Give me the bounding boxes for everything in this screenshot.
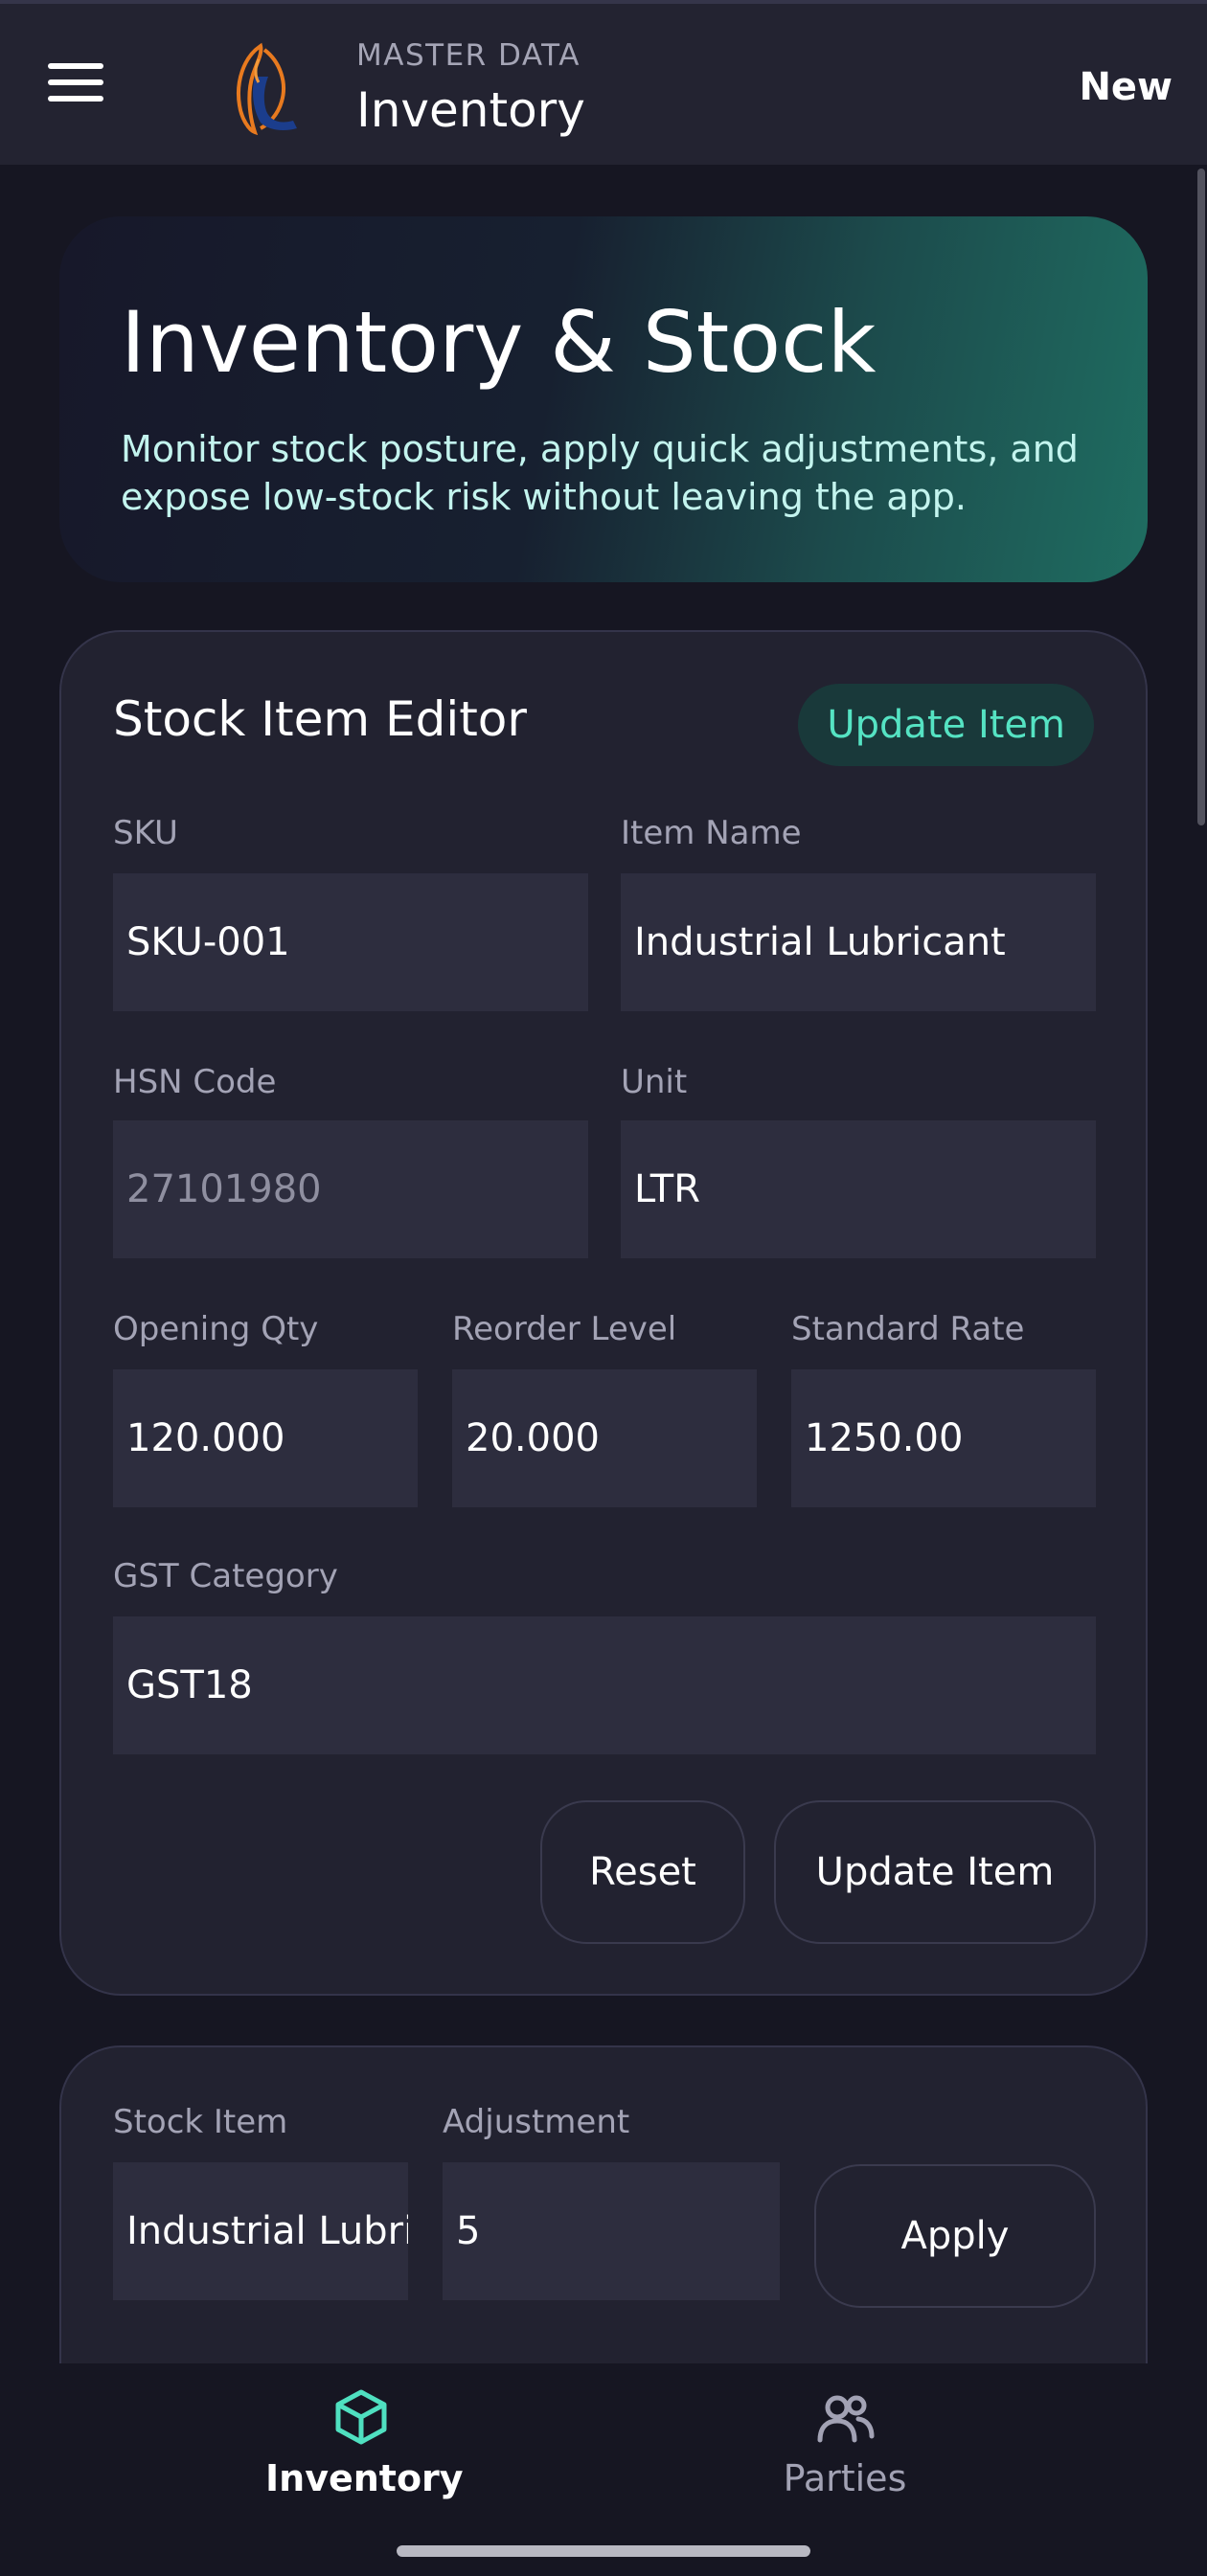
cube-icon xyxy=(335,2389,387,2445)
stock-item-field[interactable]: Industrial Lubricant xyxy=(113,2162,408,2300)
app-bar: MASTER DATA Inventory New xyxy=(0,0,1207,165)
page-title: Inventory xyxy=(356,82,585,138)
gst-category-field[interactable]: GST18 xyxy=(113,1616,1096,1754)
scrollbar[interactable] xyxy=(1197,169,1205,825)
unit-field[interactable]: LTR xyxy=(621,1120,1096,1258)
sku-field[interactable]: SKU-001 xyxy=(113,873,588,1011)
hero-title: Inventory & Stock xyxy=(121,293,877,392)
gst-category-label: GST Category xyxy=(113,1557,338,1595)
item-name-label: Item Name xyxy=(621,814,802,852)
hsn-code-field[interactable]: 27101980 xyxy=(113,1120,588,1258)
opening-qty-field[interactable]: 120.000 xyxy=(113,1369,418,1507)
nav-label-inventory: Inventory xyxy=(265,2457,464,2499)
home-indicator xyxy=(397,2545,810,2557)
nav-item-inventory[interactable]: Inventory xyxy=(265,2386,464,2499)
shell-logo-icon xyxy=(237,42,297,136)
app-bar-subtitle: MASTER DATA xyxy=(356,38,581,73)
nav-label-parties: Parties xyxy=(783,2457,907,2499)
menu-icon[interactable] xyxy=(48,63,115,109)
hero-banner: Inventory & Stock Monitor stock posture,… xyxy=(59,216,1148,582)
nav-item-parties[interactable]: Parties xyxy=(749,2386,941,2499)
reset-button[interactable]: Reset xyxy=(540,1800,745,1944)
opening-qty-label: Opening Qty xyxy=(113,1310,319,1348)
standard-rate-label: Standard Rate xyxy=(791,1310,1025,1348)
hsn-code-label: HSN Code xyxy=(113,1063,277,1101)
unit-label: Unit xyxy=(621,1063,688,1101)
reorder-level-field[interactable]: 20.000 xyxy=(452,1369,757,1507)
new-button[interactable]: New xyxy=(1079,65,1173,109)
stock-item-label: Stock Item xyxy=(113,2103,288,2141)
standard-rate-field[interactable]: 1250.00 xyxy=(791,1369,1096,1507)
stock-item-editor-card: Stock Item Editor Update Item SKU SKU-00… xyxy=(59,630,1148,1996)
update-item-badge[interactable]: Update Item xyxy=(798,684,1094,766)
people-icon xyxy=(817,2395,875,2443)
bottom-navigation: Inventory Parties xyxy=(0,2363,1207,2576)
editor-title: Stock Item Editor xyxy=(113,691,527,747)
apply-button[interactable]: Apply xyxy=(814,2164,1096,2308)
reorder-level-label: Reorder Level xyxy=(452,1310,677,1348)
item-name-field[interactable]: Industrial Lubricant xyxy=(621,873,1096,1011)
update-item-button[interactable]: Update Item xyxy=(774,1800,1096,1944)
sku-label: SKU xyxy=(113,814,178,852)
hero-description: Monitor stock posture, apply quick adjus… xyxy=(121,428,1079,518)
adjustment-field[interactable]: 5 xyxy=(443,2162,780,2300)
adjustment-label: Adjustment xyxy=(443,2103,630,2141)
